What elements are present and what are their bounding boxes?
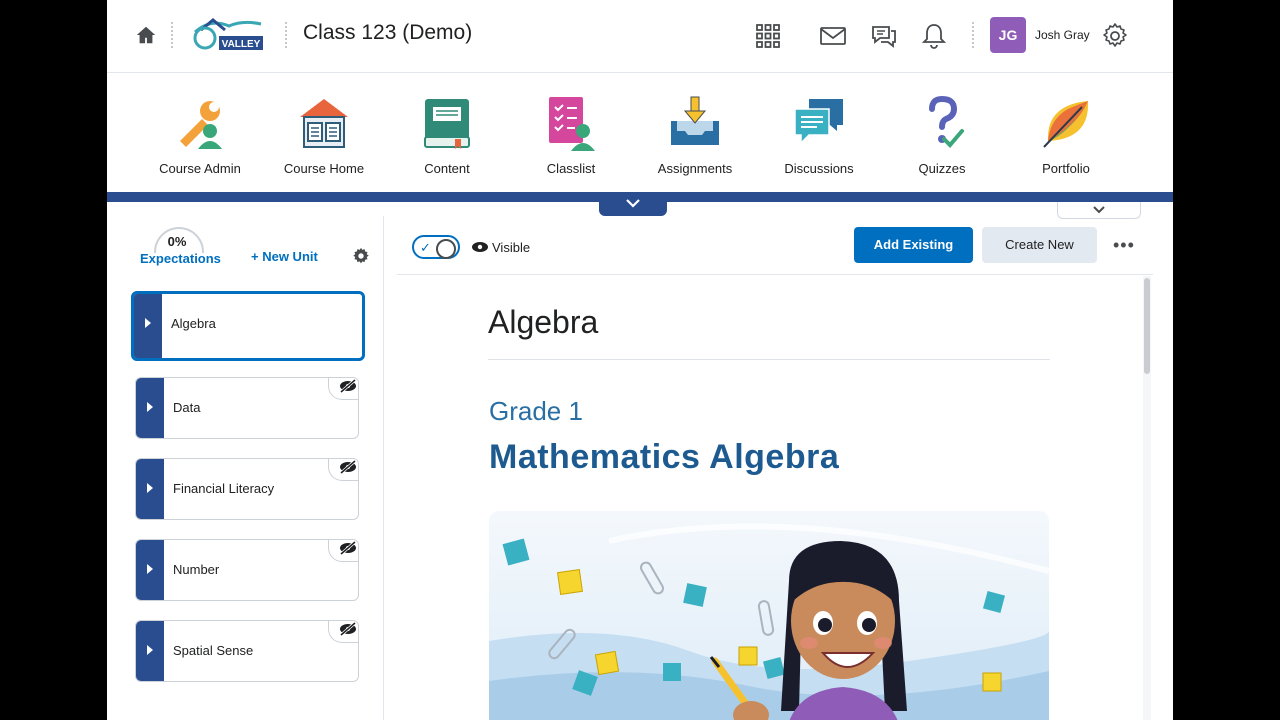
nav-portfolio[interactable]: Portfolio xyxy=(1006,95,1126,176)
unit-card-number[interactable]: Number xyxy=(135,539,359,601)
content-panel: ✓ Visible Add Existing Create New ••• Al… xyxy=(397,216,1153,720)
nav-course-admin[interactable]: Course Admin xyxy=(140,95,260,176)
content-book-icon xyxy=(424,99,470,149)
new-unit-button[interactable]: + New Unit xyxy=(251,249,318,264)
settings-gear-icon[interactable] xyxy=(352,247,370,265)
avatar[interactable]: JG xyxy=(990,17,1026,53)
bell-icon[interactable] xyxy=(920,22,948,50)
nav-label: Classlist xyxy=(546,161,596,176)
portfolio-leaf-icon xyxy=(1043,101,1089,148)
expectations-percent: 0% xyxy=(167,234,187,249)
collapse-navbar-button[interactable] xyxy=(599,192,667,216)
new-unit-label: New Unit xyxy=(262,249,318,264)
separator xyxy=(171,22,173,48)
chevron-down-icon xyxy=(1093,206,1105,214)
hidden-badge xyxy=(328,459,358,481)
nav-course-home[interactable]: Course Home xyxy=(264,95,384,176)
nav-content[interactable]: Content xyxy=(387,95,507,176)
quiz-question-icon xyxy=(929,95,964,148)
nav-label: Quizzes xyxy=(918,161,966,176)
unit-card-financial-literacy[interactable]: Financial Literacy xyxy=(135,458,359,520)
svg-text:VALLEY: VALLEY xyxy=(222,39,261,50)
title-divider xyxy=(488,359,1050,360)
home-icon[interactable] xyxy=(135,24,157,46)
school-logo[interactable]: VALLEY xyxy=(191,16,267,52)
course-navbar: Course Admin Course Home Content Classli… xyxy=(107,73,1173,192)
create-new-button[interactable]: Create New xyxy=(982,227,1097,263)
hidden-badge xyxy=(328,621,358,643)
nav-label: Course Admin xyxy=(159,161,241,176)
visibility-toggle[interactable]: ✓ xyxy=(412,235,460,259)
banner-illustration xyxy=(489,511,1049,720)
chat-icon[interactable] xyxy=(870,22,898,50)
add-existing-button[interactable]: Add Existing xyxy=(854,227,973,263)
separator xyxy=(285,22,287,48)
separator xyxy=(972,22,974,48)
expectations-link[interactable]: Expectations xyxy=(140,251,221,266)
course-admin-icon xyxy=(180,101,222,149)
hidden-badge xyxy=(328,378,358,400)
unit-sidebar: 0% Expectations + New Unit Algebra Data … xyxy=(107,216,395,720)
chevron-down-icon xyxy=(626,199,640,208)
nav-label: Portfolio xyxy=(1042,161,1090,176)
unit-label: Number xyxy=(173,562,220,577)
check-icon: ✓ xyxy=(420,240,431,255)
nav-label: Assignments xyxy=(657,161,733,176)
discussions-icon xyxy=(794,99,843,145)
toggle-knob xyxy=(436,239,456,259)
hidden-badge xyxy=(328,540,358,562)
unit-expand-toggle[interactable] xyxy=(134,294,162,358)
hidden-eye-icon xyxy=(340,379,356,393)
toolbar-divider xyxy=(397,274,1153,275)
nav-assignments[interactable]: Assignments xyxy=(635,95,755,176)
nav-label: Content xyxy=(424,161,470,176)
unit-label: Algebra xyxy=(171,316,216,331)
user-name[interactable]: Josh Gray xyxy=(1035,28,1090,42)
unit-label: Financial Literacy xyxy=(173,481,275,496)
nav-label: Discussions xyxy=(784,161,854,176)
classlist-icon xyxy=(549,97,595,151)
nav-discussions[interactable]: Discussions xyxy=(759,95,879,176)
apps-grid-icon[interactable] xyxy=(754,22,782,50)
mail-icon[interactable] xyxy=(819,22,847,50)
eye-icon xyxy=(472,242,488,252)
hidden-eye-icon xyxy=(340,460,356,474)
unit-card-spatial-sense[interactable]: Spatial Sense xyxy=(135,620,359,682)
sidebar-divider xyxy=(383,216,384,720)
hidden-eye-icon xyxy=(340,541,356,555)
unit-expand-toggle[interactable] xyxy=(136,621,164,681)
app-window: VALLEY Class 123 (Demo) JG Josh Gray Cou… xyxy=(107,0,1173,720)
scrollbar-thumb[interactable] xyxy=(1144,278,1150,374)
nav-classlist[interactable]: Classlist xyxy=(511,95,631,176)
grade-heading: Grade 1 xyxy=(489,396,583,426)
page-title: Algebra xyxy=(488,304,599,340)
hidden-eye-icon xyxy=(340,622,356,636)
gear-icon[interactable] xyxy=(1101,22,1129,50)
unit-card-data[interactable]: Data xyxy=(135,377,359,439)
nav-quizzes[interactable]: Quizzes xyxy=(882,95,1002,176)
unit-expand-toggle[interactable] xyxy=(136,378,164,438)
unit-label: Data xyxy=(173,400,201,415)
assignments-tray-icon xyxy=(671,96,719,145)
plus-icon: + xyxy=(251,249,259,264)
course-title[interactable]: Class 123 (Demo) xyxy=(303,21,472,45)
subject-heading: Mathematics Algebra xyxy=(489,438,840,476)
visibility-label: Visible xyxy=(492,240,531,255)
course-home-icon xyxy=(300,99,348,148)
unit-card-algebra[interactable]: Algebra xyxy=(131,291,365,361)
more-options-button[interactable]: ••• xyxy=(1113,235,1135,256)
unit-label: Spatial Sense xyxy=(173,643,254,658)
nav-label: Course Home xyxy=(283,161,365,176)
top-bar: VALLEY Class 123 (Demo) JG Josh Gray xyxy=(107,0,1173,73)
unit-expand-toggle[interactable] xyxy=(136,540,164,600)
unit-expand-toggle[interactable] xyxy=(136,459,164,519)
